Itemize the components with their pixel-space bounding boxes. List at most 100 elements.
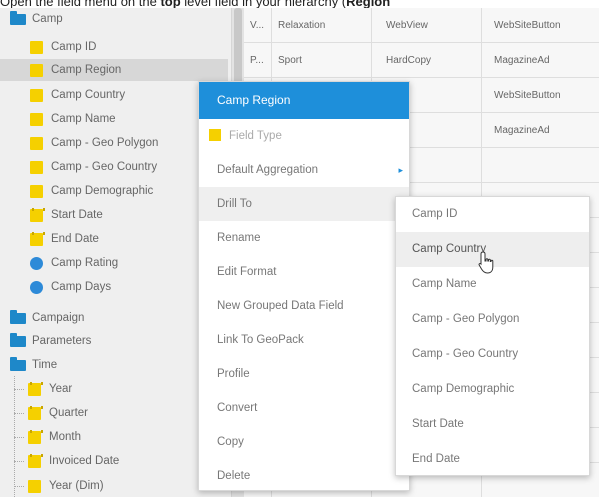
dimension-icon	[30, 136, 43, 150]
tree-connector-tick	[14, 413, 24, 414]
tree-item-camp-geo-polygon[interactable]: Camp - Geo Polygon	[0, 132, 158, 154]
caption-bold-top: top	[160, 0, 181, 8]
tree-item-label: End Date	[51, 233, 99, 245]
table-cell	[482, 148, 599, 183]
table-cell: P...	[244, 43, 272, 78]
table-cell: WebView	[372, 8, 482, 43]
tree-item-camp-name[interactable]: Camp Name	[0, 108, 116, 130]
context-menu-title: Camp Region	[199, 82, 409, 119]
hand-pointer-icon	[478, 251, 494, 274]
tree-item-label: Time	[32, 359, 58, 371]
tree-item-label: Camp Rating	[51, 257, 119, 269]
folder-icon	[10, 356, 26, 371]
menu-item-default-aggregation[interactable]: Default Aggregation ▸	[199, 153, 409, 187]
tree-item-label: Camp - Geo Country	[51, 161, 158, 173]
dimension-icon	[28, 479, 41, 493]
tree-item-year[interactable]: Year	[0, 378, 72, 400]
drill-to-submenu: Camp ID Camp Country Camp Name Camp - Geo P…	[395, 196, 590, 476]
menu-item-label: New Grouped Data Field	[217, 300, 344, 312]
tree-item-camp-rating[interactable]: Camp Rating	[0, 252, 118, 274]
drill-item-camp-geo-country[interactable]: Camp - Geo Country	[396, 337, 589, 372]
dimension-icon	[30, 40, 43, 54]
menu-item-profile[interactable]: Profile	[199, 357, 409, 391]
drill-item-end-date[interactable]: End Date	[396, 442, 589, 477]
folder-icon	[10, 332, 26, 347]
drill-item-camp-demographic[interactable]: Camp Demographic	[396, 372, 589, 407]
menu-item-new-grouped-data-field[interactable]: New Grouped Data Field	[199, 289, 409, 323]
tree-item-label: Campaign	[32, 312, 85, 324]
menu-item-label: Drill To	[217, 198, 252, 210]
tree-item-label: Quarter	[49, 407, 88, 419]
table-cell: V...	[244, 8, 272, 43]
menu-item-delete[interactable]: Delete	[199, 459, 409, 493]
menu-item-label: Profile	[217, 368, 250, 380]
drill-item-camp-geo-polygon[interactable]: Camp - Geo Polygon	[396, 302, 589, 337]
tree-item-label: Camp	[32, 13, 63, 25]
menu-item-link-to-geopack[interactable]: Link To GeoPack	[199, 323, 409, 357]
date-icon	[28, 405, 43, 420]
tree-item-label: Camp Days	[51, 281, 112, 293]
field-context-menu: Camp Region Field Type Default Aggregatio…	[198, 81, 410, 491]
instruction-caption: Open the field menu on the top level fie…	[0, 0, 599, 8]
folder-icon	[10, 309, 26, 324]
date-icon	[30, 207, 45, 222]
table-cell: MagazineAd	[494, 125, 550, 136]
dimension-icon	[30, 63, 43, 77]
tree-item-end-date[interactable]: End Date	[0, 228, 99, 250]
tree-item-label: Invoiced Date	[49, 455, 120, 467]
table-cell: Sport	[272, 43, 372, 78]
drill-item-start-date[interactable]: Start Date	[396, 407, 589, 442]
tree-connector-tick	[14, 389, 24, 390]
tree-item-time[interactable]: Time	[0, 354, 57, 376]
tree-item-label: Parameters	[32, 335, 92, 347]
table-cell: Relaxation	[272, 8, 372, 43]
date-icon	[30, 231, 45, 246]
menu-item-label: Link To GeoPack	[217, 334, 304, 346]
tree-item-camp-region[interactable]: Camp Region	[0, 59, 228, 81]
menu-item-label: Field Type	[229, 130, 282, 142]
metric-icon	[30, 280, 43, 294]
tree-item-label: Year	[49, 383, 73, 395]
tree-item-camp-country[interactable]: Camp Country	[0, 84, 125, 106]
menu-item-label: Convert	[217, 402, 258, 414]
tree-item-label: Start Date	[51, 209, 103, 221]
tree-item-month[interactable]: Month	[0, 426, 81, 448]
submenu-arrow-icon: ▸	[398, 165, 403, 175]
tree-item-camp-id[interactable]: Camp ID	[0, 36, 96, 58]
menu-item-edit-format[interactable]: Edit Format	[199, 255, 409, 289]
caption-text: Open the field menu on the	[0, 0, 161, 8]
menu-item-convert[interactable]: Convert	[199, 391, 409, 425]
menu-item-label: Default Aggregation	[217, 164, 319, 176]
tree-item-label: Month	[49, 431, 81, 443]
dimension-icon	[30, 184, 43, 198]
tree-connector-tick	[14, 461, 24, 462]
tree-item-label: Camp Country	[51, 89, 126, 101]
menu-item-label: Rename	[217, 232, 261, 244]
tree-item-label: Camp - Geo Polygon	[51, 137, 159, 149]
menu-item-copy[interactable]: Copy	[199, 425, 409, 459]
table-cell: WebSiteButton	[494, 20, 561, 31]
tree-item-label: Camp Name	[51, 113, 116, 125]
folder-icon	[10, 10, 26, 25]
tree-connector-tick	[14, 486, 24, 487]
dimension-icon	[30, 112, 43, 126]
caption-bold-region: Region	[346, 0, 391, 8]
menu-item-label: Copy	[217, 436, 244, 448]
menu-item-label: Edit Format	[217, 266, 277, 278]
dimension-icon	[30, 160, 43, 174]
tree-item-camp-demographic[interactable]: Camp Demographic	[0, 180, 153, 202]
dimension-icon	[30, 88, 43, 102]
tree-item-parameters[interactable]: Parameters	[0, 330, 91, 352]
tree-item-camp[interactable]: Camp	[0, 8, 63, 30]
tree-item-label: Camp ID	[51, 41, 97, 53]
menu-item-drill-to[interactable]: Drill To	[199, 187, 409, 221]
menu-item-rename[interactable]: Rename	[199, 221, 409, 255]
table-row: P... Sport HardCopy MagazineAd	[244, 43, 599, 78]
date-icon	[28, 429, 43, 444]
tree-item-camp-geo-country[interactable]: Camp - Geo Country	[0, 156, 157, 178]
menu-item-field-type[interactable]: Field Type	[199, 119, 409, 153]
drill-item-camp-id[interactable]: Camp ID	[396, 197, 589, 232]
tree-item-camp-days[interactable]: Camp Days	[0, 276, 111, 298]
tree-item-campaign[interactable]: Campaign	[0, 307, 84, 329]
tree-item-start-date[interactable]: Start Date	[0, 204, 103, 226]
